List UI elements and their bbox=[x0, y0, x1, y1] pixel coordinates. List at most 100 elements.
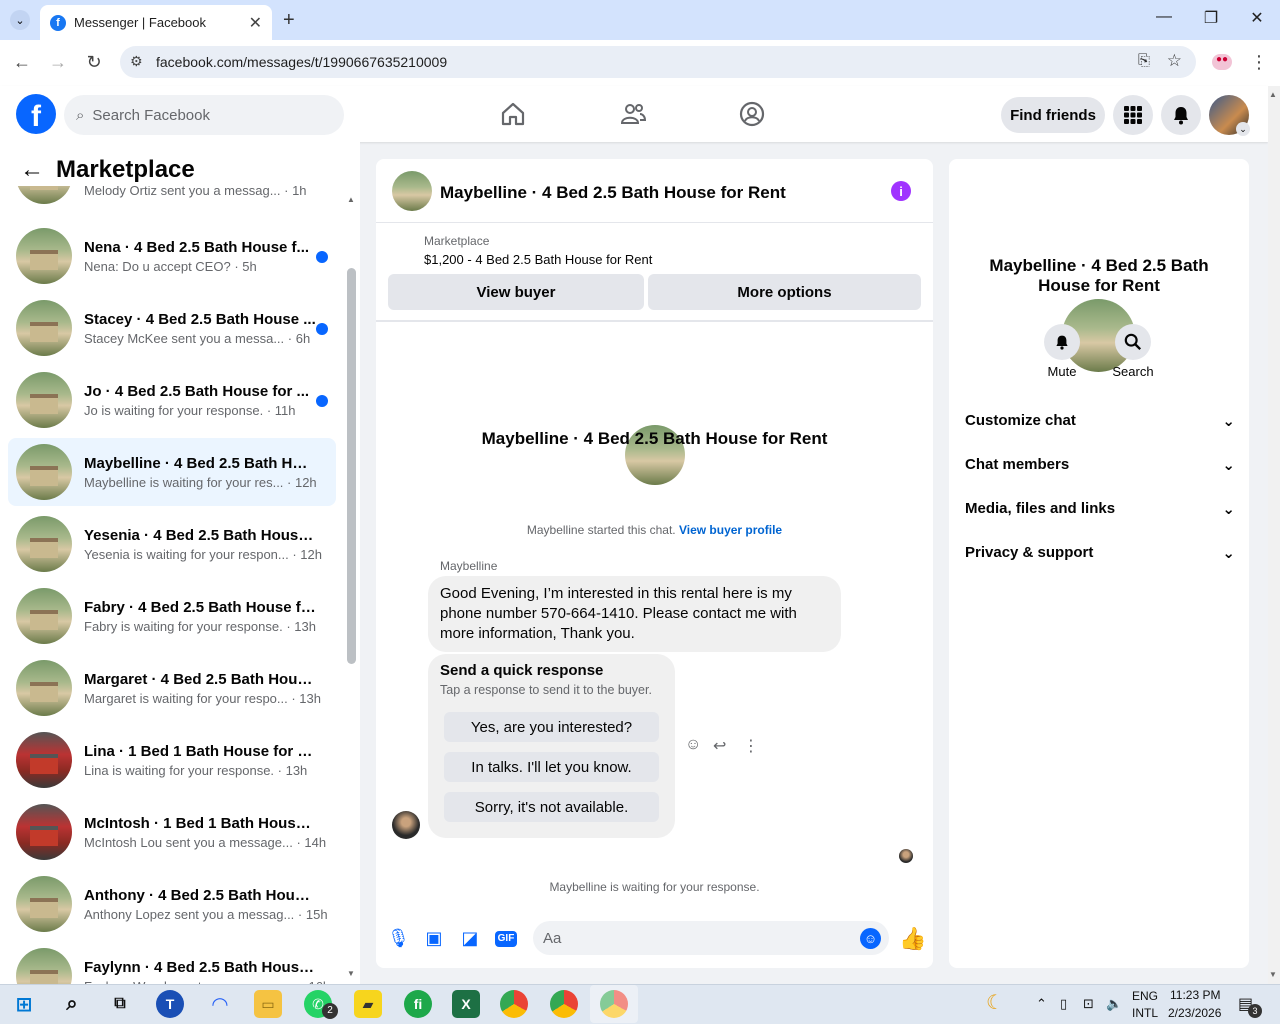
customize-chat-row[interactable]: Customize chat ⌄ bbox=[965, 412, 1235, 430]
weather-moon-icon[interactable]: ☾ bbox=[986, 990, 1004, 1015]
page-scrollbar[interactable] bbox=[1268, 86, 1280, 984]
language-eng[interactable]: ENG bbox=[1132, 989, 1158, 1003]
divider bbox=[376, 320, 933, 322]
windows-start-icon[interactable]: ⊞ bbox=[10, 990, 38, 1018]
mute-label: Mute bbox=[1047, 364, 1077, 379]
chat-header-title[interactable]: Maybelline · 4 Bed 2.5 Bath House for Re… bbox=[440, 183, 786, 203]
started-text: Maybelline started this chat. bbox=[526, 523, 679, 537]
conversation-item[interactable]: Fabry · 4 Bed 2.5 Bath House for... Fabry… bbox=[8, 582, 336, 650]
task-view-icon[interactable]: ⧉ bbox=[106, 990, 134, 1018]
conversation-preview: Jo is waiting for your response. · 11h bbox=[84, 403, 316, 418]
bookmark-star-icon[interactable]: ☆ bbox=[1167, 51, 1182, 71]
friends-icon[interactable] bbox=[618, 100, 648, 130]
facebook-search-input[interactable]: ⌕ Search Facebook bbox=[64, 95, 344, 135]
conversation-item[interactable]: Jo · 4 Bed 2.5 Bath House for ... Jo is w… bbox=[8, 366, 336, 434]
conversation-item[interactable]: Anthony · 4 Bed 2.5 Bath House ... Anthon… bbox=[8, 870, 336, 938]
groups-icon[interactable] bbox=[737, 100, 767, 130]
listing-thumbnail bbox=[16, 228, 72, 284]
conversation-item[interactable]: Yesenia · 4 Bed 2.5 Bath House f... Yesen… bbox=[8, 510, 336, 578]
conversation-title: Maybelline · 4 Bed 2.5 Bath Hou... bbox=[84, 454, 316, 472]
notifications-bell-icon[interactable] bbox=[1161, 95, 1201, 135]
more-actions-icon[interactable]: ⋮ bbox=[743, 736, 759, 756]
chrome-icon[interactable] bbox=[500, 990, 528, 1018]
sender-name: Maybelline bbox=[440, 559, 498, 573]
facebook-logo[interactable]: f bbox=[16, 94, 56, 134]
network-icon[interactable]: ⊡ bbox=[1083, 996, 1094, 1012]
conversation-item[interactable]: Maybelline · 4 Bed 2.5 Bath Hou... Maybel… bbox=[8, 438, 336, 506]
volume-icon[interactable]: 🔈 bbox=[1106, 996, 1122, 1012]
message-input[interactable]: Aa bbox=[533, 921, 889, 955]
chat-header-avatar[interactable] bbox=[392, 171, 432, 211]
partial-conversation[interactable]: Melody Ortiz sent you a messag... · 1h bbox=[16, 186, 336, 206]
chat-members-row[interactable]: Chat members ⌄ bbox=[965, 456, 1235, 474]
app-fi-icon[interactable]: fi bbox=[404, 990, 432, 1018]
taskbar-search-icon[interactable]: ⌕ bbox=[58, 990, 86, 1018]
restore-icon[interactable]: ❐ bbox=[1199, 8, 1223, 28]
chevron-down-icon: ⌄ bbox=[1222, 501, 1235, 518]
gif-icon[interactable]: GIF bbox=[495, 931, 517, 947]
menu-grid-icon[interactable] bbox=[1113, 95, 1153, 135]
message-bubble[interactable]: Good Evening, I’m interested in this ren… bbox=[428, 576, 841, 652]
emoji-icon[interactable]: ☺ bbox=[860, 928, 881, 949]
sticker-icon[interactable]: ◪ bbox=[459, 928, 481, 949]
browser-tab[interactable]: f Messenger | Facebook ✕ bbox=[40, 5, 272, 40]
close-tab-icon[interactable]: ✕ bbox=[249, 13, 262, 33]
quick-reply-button[interactable]: In talks. I'll let you know. bbox=[444, 752, 659, 782]
quick-reply-button[interactable]: Yes, are you interested? bbox=[444, 712, 659, 742]
tray-chevron-icon[interactable]: ⌃ bbox=[1036, 996, 1047, 1012]
minimize-icon[interactable]: — bbox=[1152, 8, 1176, 26]
excel-icon[interactable]: X bbox=[452, 990, 480, 1018]
file-explorer-icon[interactable]: ▭ bbox=[254, 990, 282, 1018]
page-scroll-up-icon[interactable]: ▲ bbox=[1269, 90, 1277, 99]
language-intl[interactable]: INTL bbox=[1132, 1006, 1158, 1020]
sender-avatar[interactable] bbox=[392, 811, 420, 839]
conversation-item[interactable]: Stacey · 4 Bed 2.5 Bath House ... Stacey … bbox=[8, 294, 336, 362]
more-options-button[interactable]: More options bbox=[648, 274, 921, 310]
thumbs-up-icon[interactable]: 👍 bbox=[899, 926, 926, 952]
conversation-item[interactable]: Nena · 4 Bed 2.5 Bath House f... Nena: Do… bbox=[8, 222, 336, 290]
browser-menu-icon[interactable]: ⋮ bbox=[1250, 52, 1268, 73]
photo-icon[interactable]: ▣ bbox=[423, 928, 445, 949]
address-bar[interactable]: ⚙ facebook.com/messages/t/19906676352100… bbox=[120, 46, 1196, 78]
new-tab-icon[interactable]: + bbox=[283, 9, 295, 32]
back-arrow-icon[interactable]: ← bbox=[20, 156, 44, 184]
scroll-down-icon[interactable]: ▼ bbox=[347, 969, 355, 978]
page-scroll-down-icon[interactable]: ▼ bbox=[1269, 970, 1277, 979]
app-arc-icon[interactable]: ◠ bbox=[206, 990, 234, 1018]
privacy-support-row[interactable]: Privacy & support ⌄ bbox=[965, 544, 1235, 562]
conversation-scrollbar[interactable] bbox=[347, 268, 356, 664]
back-icon[interactable]: ← bbox=[11, 52, 33, 73]
account-chevron-icon[interactable]: ⌄ bbox=[1236, 122, 1250, 136]
react-emoji-icon[interactable]: ☺ bbox=[685, 736, 701, 754]
close-window-icon[interactable]: ✕ bbox=[1245, 8, 1269, 28]
home-icon[interactable] bbox=[498, 100, 528, 130]
info-icon[interactable]: i bbox=[891, 181, 911, 201]
clock-time[interactable]: 11:23 PM bbox=[1170, 988, 1220, 1002]
chrome-icon[interactable] bbox=[550, 990, 578, 1018]
search-chat-icon[interactable] bbox=[1115, 324, 1151, 360]
sticky-notes-icon[interactable]: ▰ bbox=[354, 990, 382, 1018]
listing-price-title[interactable]: $1,200 - 4 Bed 2.5 Bath House for Rent bbox=[424, 252, 652, 267]
find-friends-button[interactable]: Find friends bbox=[1001, 97, 1105, 133]
quick-reply-button[interactable]: Sorry, it's not available. bbox=[444, 792, 659, 822]
preview-time: · 13h bbox=[274, 762, 308, 778]
profile-icon[interactable]: ●● bbox=[1212, 54, 1232, 70]
site-info-icon[interactable]: ⚙ bbox=[130, 53, 143, 70]
conversation-item[interactable]: Margaret · 4 Bed 2.5 Bath House... Margar… bbox=[8, 654, 336, 722]
view-buyer-profile-link[interactable]: View buyer profile bbox=[679, 523, 782, 537]
tab-search-icon[interactable]: ⌄ bbox=[10, 10, 30, 30]
install-app-icon[interactable]: ⎘ bbox=[1138, 52, 1150, 69]
conversation-item[interactable]: Lina · 1 Bed 1 Bath House for Rent Lina i… bbox=[8, 726, 336, 794]
media-files-links-row[interactable]: Media, files and links ⌄ bbox=[965, 500, 1235, 518]
scroll-up-icon[interactable]: ▲ bbox=[347, 195, 355, 204]
reply-icon[interactable]: ↩ bbox=[713, 736, 726, 756]
clock-date[interactable]: 2/23/2026 bbox=[1168, 1006, 1221, 1020]
tray-device-icon[interactable]: ▯ bbox=[1060, 996, 1067, 1012]
app-t-icon[interactable]: T bbox=[156, 990, 184, 1018]
view-buyer-button[interactable]: View buyer bbox=[388, 274, 644, 310]
mute-bell-icon[interactable] bbox=[1044, 324, 1080, 360]
conversation-item[interactable]: McIntosh · 1 Bed 1 Bath House f... McInto… bbox=[8, 798, 336, 866]
microphone-icon[interactable]: 🎙 bbox=[387, 928, 410, 949]
forward-icon[interactable]: → bbox=[47, 52, 69, 73]
reload-icon[interactable]: ↻ bbox=[83, 52, 105, 73]
